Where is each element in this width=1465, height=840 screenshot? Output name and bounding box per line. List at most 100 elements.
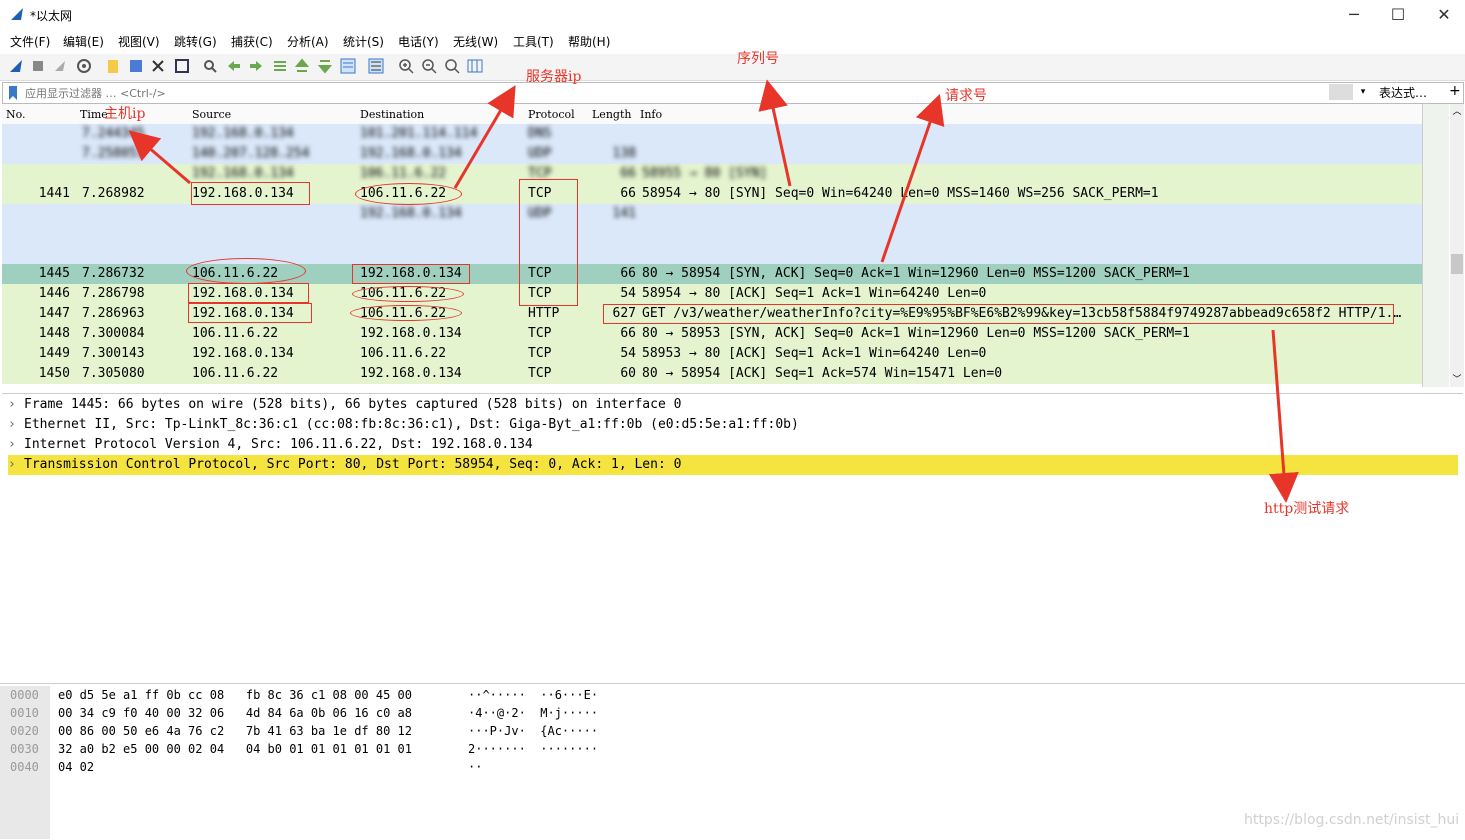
detail-row[interactable]: › Transmission Control Protocol, Src Port… [8,455,1458,475]
title-bar [0,0,1465,30]
menu-file[interactable]: 文件(F) [10,33,50,50]
save-file-icon[interactable] [128,58,144,74]
packet-no: 1448 [38,326,70,341]
go-back-icon[interactable] [226,58,242,74]
apply-filter-arrow-icon[interactable] [1329,84,1353,100]
scroll-down-icon[interactable]: ﹀ [1450,372,1464,386]
packet-time: 7.286963 [82,306,145,321]
packet-list-scrollbar[interactable]: ︿ ﹀ [1450,104,1464,387]
filter-dropdown-icon[interactable]: ▾ [1357,84,1369,100]
col-info[interactable]: Info [640,108,662,121]
scroll-up-icon[interactable]: ︿ [1450,104,1464,118]
hex-ascii[interactable]: ·· [468,758,482,776]
detail-row[interactable]: › Ethernet II, Src: Tp-LinkT_8c:36:c1 (cc… [8,415,1458,435]
go-forward-icon[interactable] [248,58,264,74]
packet-time: 7.268982 [82,186,145,201]
hex-bytes[interactable]: 00 86 00 50 e6 4a 76 c2 7b 41 63 ba 1e d… [58,722,412,740]
col-destination[interactable]: Destination [360,108,424,121]
go-to-packet-icon[interactable] [272,58,288,74]
menu-edit[interactable]: 编辑(E) [63,33,104,50]
zoom-out-icon[interactable] [421,58,437,74]
packet-destination: 101.201.114.114 [360,126,478,141]
packet-time: 7.300143 [82,346,145,361]
packet-row[interactable]: 192.168.0.134 UDP 141 [2,204,1422,224]
auto-scroll-icon[interactable] [340,58,356,74]
hex-offset: 0000 [10,688,39,702]
packet-info: 80 → 58953 [SYN, ACK] Seq=0 Ack=1 Win=12… [642,326,1190,341]
maximize-button[interactable]: ☐ [1378,4,1418,26]
close-button[interactable]: ✕ [1424,4,1464,26]
scroll-thumb[interactable] [1451,254,1463,274]
packet-time: 7.286732 [82,266,145,281]
packet-info: 58954 → 80 [ACK] Seq=1 Ack=1 Win=64240 L… [642,286,987,301]
expand-arrow-icon[interactable]: › [8,395,16,415]
menu-capture[interactable]: 捕获(C) [231,33,273,50]
stop-capture-icon[interactable] [30,58,46,74]
packet-protocol: TCP [528,366,552,381]
menu-go[interactable]: 跳转(G) [174,33,217,50]
col-source[interactable]: Source [192,108,231,121]
restart-capture-icon[interactable] [52,58,68,74]
packet-destination: 106.11.6.22 [360,166,447,181]
packet-row[interactable]: 7.244345 192.168.0.134 101.201.114.114 DNS [2,124,1422,144]
menu-view[interactable]: 视图(V) [118,33,160,50]
packet-row[interactable]: 7.258051 140.207.128.254 192.168.0.134 UDP 1… [2,144,1422,164]
find-packet-icon[interactable] [202,58,218,74]
col-no[interactable]: No. [6,108,26,121]
hex-bytes[interactable]: e0 d5 5e a1 ff 0b cc 08 fb 8c 36 c1 08 0… [58,686,412,704]
packet-row[interactable]: 1450 7.305080 106.11.6.22 192.168.0.134 TCP 6… [2,364,1422,384]
highlight-box-http-info [603,304,1394,324]
last-packet-icon[interactable] [317,58,333,74]
highlight-oval-dest-1446 [352,286,464,302]
display-filter-bar: ▾ 表达式… + [2,82,1464,104]
packet-row[interactable]: 192.168.0.134 106.11.6.22 TCP 66 58955 → 80 … [2,164,1422,184]
bookmark-icon[interactable] [7,85,19,101]
detail-text: Internet Protocol Version 4, Src: 106.11… [24,437,533,452]
menu-analyze[interactable]: 分析(A) [287,33,329,50]
hex-ascii[interactable]: 2······· ········ [468,740,598,758]
packet-row[interactable] [2,224,1422,244]
menu-help[interactable]: 帮助(H) [568,33,610,50]
col-length[interactable]: Length [592,108,631,121]
zoom-in-icon[interactable] [398,58,414,74]
capture-options-icon[interactable] [76,58,92,74]
expression-button[interactable]: 表达式… [1379,84,1427,101]
menu-wireless[interactable]: 无线(W) [453,33,498,50]
hex-ascii[interactable]: ··^····· ··6···E· [468,686,598,704]
detail-row[interactable]: › Internet Protocol Version 4, Src: 106.1… [8,435,1458,455]
first-packet-icon[interactable] [294,58,310,74]
annotation-server-ip: 服务器ip [526,69,582,85]
open-file-icon[interactable] [106,58,122,74]
menu-telephony[interactable]: 电话(Y) [398,33,439,50]
col-protocol[interactable]: Protocol [528,108,575,121]
packet-protocol: TCP [528,346,552,361]
expand-arrow-icon[interactable]: › [8,435,16,455]
menu-tools[interactable]: 工具(T) [513,33,554,50]
expand-arrow-icon[interactable]: › [8,455,16,475]
start-capture-icon[interactable] [8,58,24,74]
resize-columns-icon[interactable] [467,58,483,74]
packet-minimap[interactable] [1422,104,1449,387]
expand-arrow-icon[interactable]: › [8,415,16,435]
packet-destination: 192.168.0.134 [360,326,462,341]
packet-length: 66 [620,166,636,181]
packet-length: 54 [620,346,636,361]
hex-bytes[interactable]: 32 a0 b2 e5 00 00 02 04 04 b0 01 01 01 0… [58,740,412,758]
display-filter-input[interactable] [25,85,1325,101]
colorize-icon[interactable] [368,58,384,74]
packet-length: 54 [620,286,636,301]
packet-source: 192.168.0.134 [192,126,294,141]
menu-statistics[interactable]: 统计(S) [343,33,384,50]
hex-bytes[interactable]: 00 34 c9 f0 40 00 32 06 4d 84 6a 0b 06 1… [58,704,412,722]
packet-row[interactable]: 1449 7.300143 192.168.0.134 106.11.6.22 TCP 5… [2,344,1422,364]
packet-row[interactable]: 1448 7.300084 106.11.6.22 192.168.0.134 TCP 6… [2,324,1422,344]
detail-row[interactable]: › Frame 1445: 66 bytes on wire (528 bits)… [8,395,1458,415]
normal-size-icon[interactable] [444,58,460,74]
hex-bytes[interactable]: 04 02 [58,758,94,776]
reload-file-icon[interactable] [174,58,190,74]
close-file-icon[interactable] [150,58,166,74]
hex-ascii[interactable]: ···P·Jv· {Ac····· [468,722,598,740]
minimize-button[interactable]: ─ [1334,4,1374,26]
hex-ascii[interactable]: ·4··@·2· M·j····· [468,704,598,722]
add-filter-button[interactable]: + [1449,83,1461,99]
